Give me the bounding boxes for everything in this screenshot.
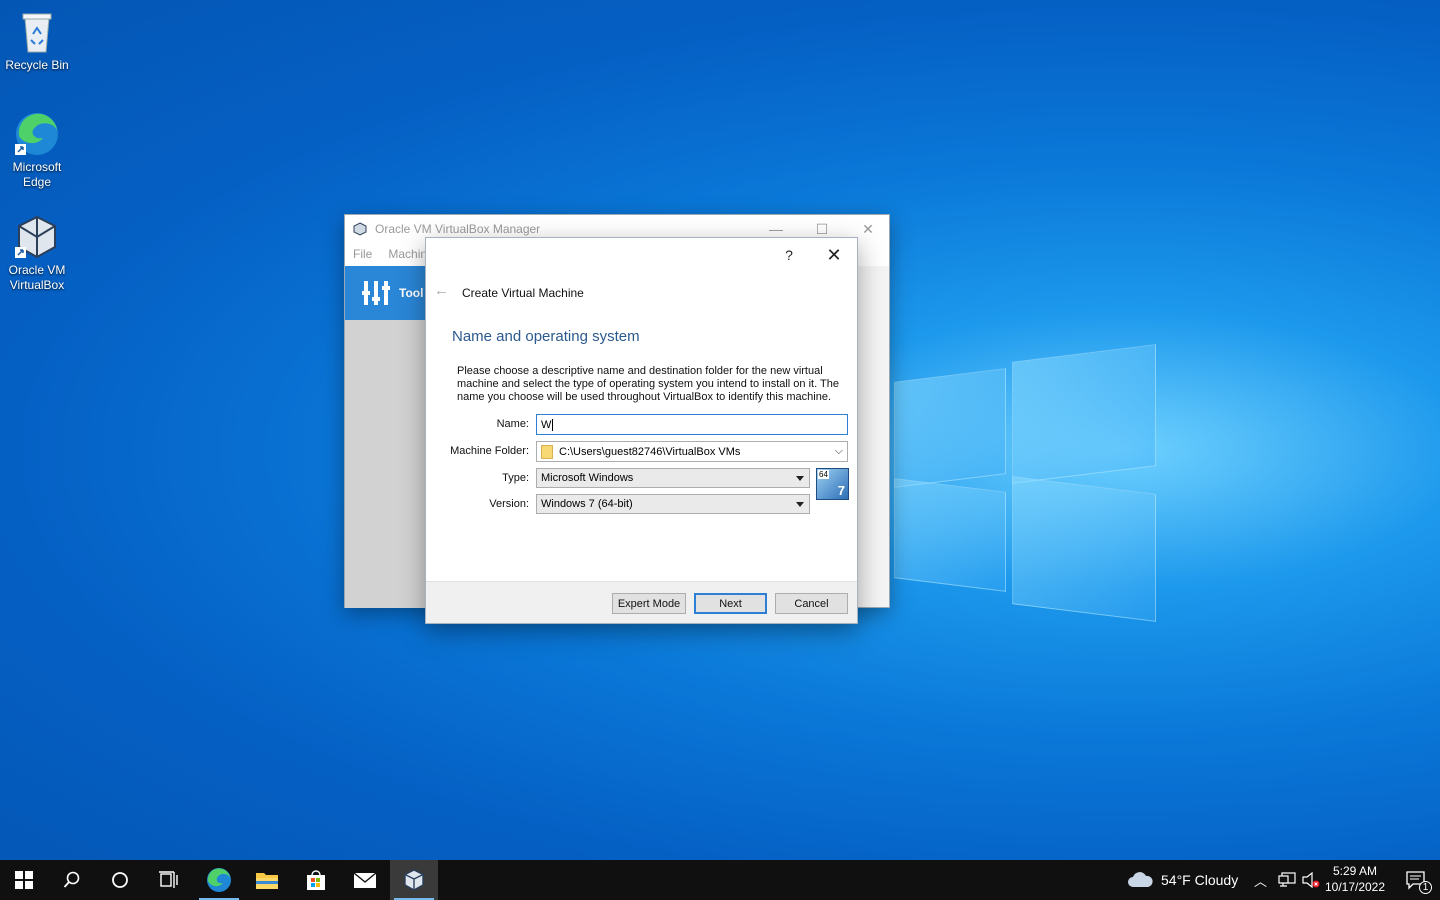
- desktop-icon-virtualbox[interactable]: Oracle VM VirtualBox: [1, 213, 73, 293]
- virtualbox-icon: [353, 222, 367, 236]
- windows-start-icon: [15, 871, 33, 889]
- expert-mode-button[interactable]: Expert Mode: [612, 593, 686, 614]
- edge-icon: [207, 868, 231, 892]
- next-button[interactable]: Next: [694, 593, 767, 614]
- chevron-up-icon: ︿: [1254, 873, 1268, 889]
- close-icon: ✕: [826, 245, 842, 265]
- recycle-bin-icon: [13, 8, 61, 56]
- network-icon: [1278, 872, 1296, 887]
- clock[interactable]: 5:29 AM 10/17/2022: [1320, 863, 1390, 895]
- tools-icon: [362, 281, 390, 305]
- machine-folder-label: Machine Folder:: [450, 445, 529, 457]
- cancel-button[interactable]: Cancel: [775, 593, 848, 614]
- dialog-footer: Expert Mode Next Cancel: [426, 581, 857, 623]
- network-button[interactable]: [1278, 860, 1296, 900]
- dialog-close-button[interactable]: ✕: [822, 244, 846, 266]
- section-title: Name and operating system: [452, 328, 640, 345]
- folder-icon: [256, 873, 278, 889]
- menu-file[interactable]: File: [345, 247, 380, 261]
- virtualbox-icon: [404, 869, 424, 891]
- dialog-title: Create Virtual Machine: [462, 286, 584, 300]
- taskbar-store[interactable]: [292, 860, 340, 900]
- manager-title: Oracle VM VirtualBox Manager: [375, 222, 541, 236]
- tools-item[interactable]: Tool: [345, 266, 427, 320]
- version-label: Version:: [489, 498, 529, 510]
- version-select[interactable]: Windows 7 (64-bit): [536, 494, 810, 514]
- version-value: Windows 7 (64-bit): [541, 498, 633, 510]
- start-button[interactable]: [0, 860, 48, 900]
- taskbar-file-explorer[interactable]: [243, 860, 291, 900]
- search-icon: [63, 871, 80, 888]
- task-view-button[interactable]: [144, 860, 192, 900]
- os-bits-badge: 64: [818, 470, 829, 479]
- taskbar-virtualbox[interactable]: [390, 860, 438, 900]
- chevron-down-icon: ⌵: [834, 445, 843, 457]
- notification-count-badge: 1: [1419, 881, 1432, 894]
- weather-widget[interactable]: 54°F Cloudy: [1126, 860, 1238, 900]
- tools-label: Tool: [399, 286, 424, 300]
- type-label: Type:: [502, 472, 529, 484]
- cortana-button[interactable]: [96, 860, 144, 900]
- taskbar-edge[interactable]: [195, 860, 243, 900]
- show-hidden-icons-button[interactable]: ︿: [1254, 860, 1267, 900]
- clock-time: 5:29 AM: [1332, 864, 1378, 878]
- name-input[interactable]: W: [536, 414, 848, 435]
- cloud-icon: [1128, 872, 1153, 887]
- virtualbox-icon: [13, 213, 61, 261]
- machine-folder-select[interactable]: C:\Users\guest82746\VirtualBox VMs ⌵: [536, 441, 848, 462]
- volume-muted-icon: [1302, 872, 1320, 888]
- text-cursor: [552, 418, 554, 431]
- task-view-icon: [159, 871, 178, 888]
- cortana-icon: [112, 872, 128, 888]
- taskbar-mail[interactable]: [341, 860, 389, 900]
- weather-text: 54°F Cloudy: [1161, 872, 1239, 888]
- description-text: Please choose a descriptive name and des…: [457, 365, 839, 403]
- desktop-icon-edge[interactable]: Microsoft Edge: [1, 110, 73, 190]
- name-label: Name:: [496, 418, 529, 430]
- desktop-icon-label: Microsoft Edge: [12, 160, 62, 189]
- mail-icon: [353, 872, 377, 888]
- help-button[interactable]: ?: [778, 244, 800, 266]
- create-vm-dialog[interactable]: ? ✕ ← Create Virtual Machine Name and op…: [425, 237, 858, 624]
- machine-folder-value: C:\Users\guest82746\VirtualBox VMs: [559, 445, 741, 458]
- machine-list[interactable]: [345, 320, 427, 608]
- windows-wallpaper-logo: [894, 344, 1158, 622]
- desktop-icon-label: Recycle Bin: [5, 58, 69, 72]
- desktop-icon-recycle-bin[interactable]: Recycle Bin: [1, 8, 73, 73]
- type-value: Microsoft Windows: [541, 472, 634, 484]
- desktop-icon-label: Oracle VM VirtualBox: [8, 263, 66, 292]
- type-select[interactable]: Microsoft Windows: [536, 468, 810, 488]
- dropdown-arrow-icon: [796, 502, 804, 507]
- folder-icon: [541, 444, 553, 459]
- volume-button[interactable]: [1302, 860, 1320, 900]
- taskbar: 54°F Cloudy ︿ 5:29 AM 10/17/2022 1: [0, 860, 1440, 900]
- back-arrow-icon[interactable]: ←: [434, 282, 449, 299]
- dropdown-arrow-icon: [796, 476, 804, 481]
- name-input-value: W: [541, 418, 552, 431]
- search-button[interactable]: [48, 860, 96, 900]
- clock-date: 10/17/2022: [1324, 880, 1386, 894]
- edge-icon: [13, 110, 61, 158]
- action-center-button[interactable]: 1: [1392, 860, 1440, 900]
- os-type-icon: 64 7: [816, 468, 849, 500]
- store-icon: [307, 870, 325, 890]
- os-version-badge: 7: [837, 483, 845, 498]
